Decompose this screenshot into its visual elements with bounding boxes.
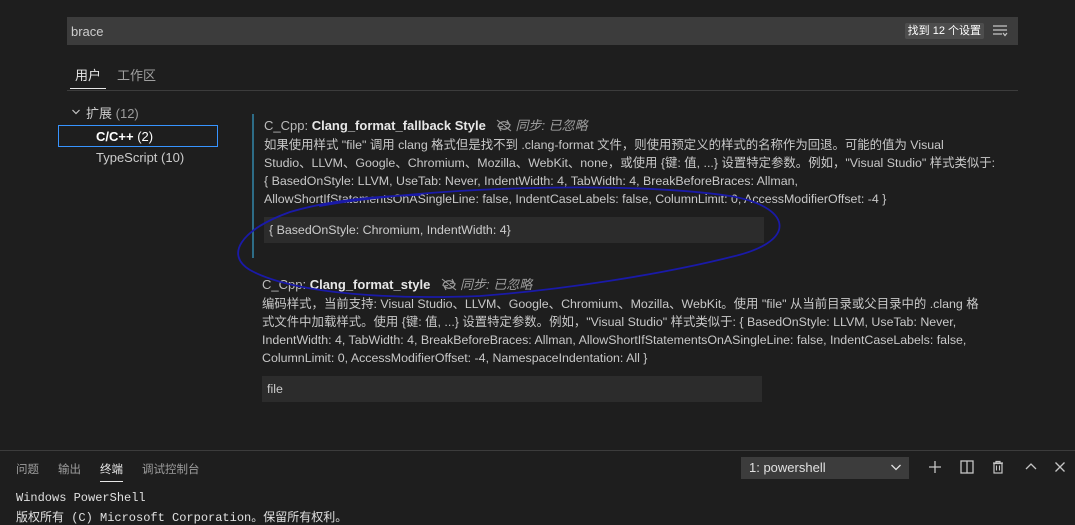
- toc-item-count: (2): [137, 129, 154, 144]
- search-result-count: 找到 12 个设置: [904, 23, 984, 39]
- trash-icon[interactable]: [990, 459, 1006, 475]
- toc-item-typescript[interactable]: TypeScript (10): [58, 147, 218, 169]
- sync-ignored-icon: [497, 119, 512, 132]
- toc-item-count: (10): [161, 150, 185, 165]
- panel-tab-terminal[interactable]: 终端: [100, 461, 123, 482]
- settings-search-input[interactable]: [67, 17, 887, 45]
- toc-group-count: (12): [115, 106, 139, 121]
- setting-name: Clang_format_style: [309, 277, 431, 292]
- setting-category: C_Cpp:: [264, 118, 312, 133]
- tab-user[interactable]: 用户: [69, 65, 107, 89]
- setting-value-input[interactable]: [262, 376, 762, 402]
- setting-category: C_Cpp:: [262, 277, 310, 292]
- setting-name: Clang_format_fallback Style: [311, 118, 486, 133]
- settings-search-box[interactable]: 找到 12 个设置: [67, 17, 1018, 45]
- plus-icon[interactable]: [927, 459, 943, 475]
- bottom-panel: 问题 输出 终端 调试控制台 1: powershell Windows Pow…: [0, 450, 1075, 525]
- setting-value-input[interactable]: [264, 217, 764, 243]
- panel-tab-output[interactable]: 输出: [58, 461, 81, 477]
- setting-sync-status: 同步: 已忽略: [459, 277, 533, 292]
- chevron-down-icon: [72, 109, 80, 115]
- settings-editor: 找到 12 个设置 用户 工作区 扩展 (12) C/C++ (2) TypeS…: [0, 0, 1075, 450]
- close-icon[interactable]: [1052, 459, 1068, 475]
- toc-item-label: TypeScript: [96, 150, 158, 165]
- tab-workspace[interactable]: 工作区: [117, 65, 156, 84]
- sync-ignored-icon: [441, 278, 457, 291]
- setting-title: C_Cpp: Clang_format_fallback Style 同步: 已…: [264, 115, 588, 134]
- terminal-select-dropdown[interactable]: 1: powershell: [741, 457, 909, 479]
- setting-description: 编码样式，当前支持: Visual Studio、LLVM、Google、Chr…: [262, 297, 979, 365]
- terminal-output-line: 版权所有 (C) Microsoft Corporation。保留所有权利。: [16, 511, 348, 525]
- setting-sync-status: 同步: 已忽略: [515, 118, 588, 133]
- panel-tab-problems[interactable]: 问题: [16, 461, 39, 477]
- toc-item-label: C/C++: [96, 129, 134, 144]
- split-terminal-icon[interactable]: [959, 459, 975, 475]
- setting-description: 如果使用样式 "file" 调用 clang 格式但是找不到 .clang-fo…: [264, 138, 996, 206]
- setting-clang-format-fallback-style: C_Cpp: Clang_format_fallback Style 同步: 已…: [252, 114, 1029, 258]
- settings-toc: 扩展 (12) C/C++ (2) TypeScript (10): [58, 103, 218, 169]
- list-filter-icon[interactable]: [992, 24, 1008, 38]
- setting-title: C_Cpp: Clang_format_style 同步: 已忽略: [262, 274, 532, 293]
- chevron-down-icon: [891, 464, 901, 471]
- toc-group-extensions[interactable]: 扩展 (12): [58, 103, 218, 125]
- terminal-output-line: Windows PowerShell: [16, 491, 146, 505]
- toc-group-label: 扩展: [86, 106, 113, 121]
- toc-item-cpp[interactable]: C/C++ (2): [58, 125, 218, 147]
- terminal-select-value: 1: powershell: [749, 460, 826, 475]
- panel-tab-debug-console[interactable]: 调试控制台: [142, 461, 200, 477]
- settings-scope-tabs: 用户 工作区: [67, 60, 1018, 91]
- chevron-up-icon[interactable]: [1023, 459, 1039, 475]
